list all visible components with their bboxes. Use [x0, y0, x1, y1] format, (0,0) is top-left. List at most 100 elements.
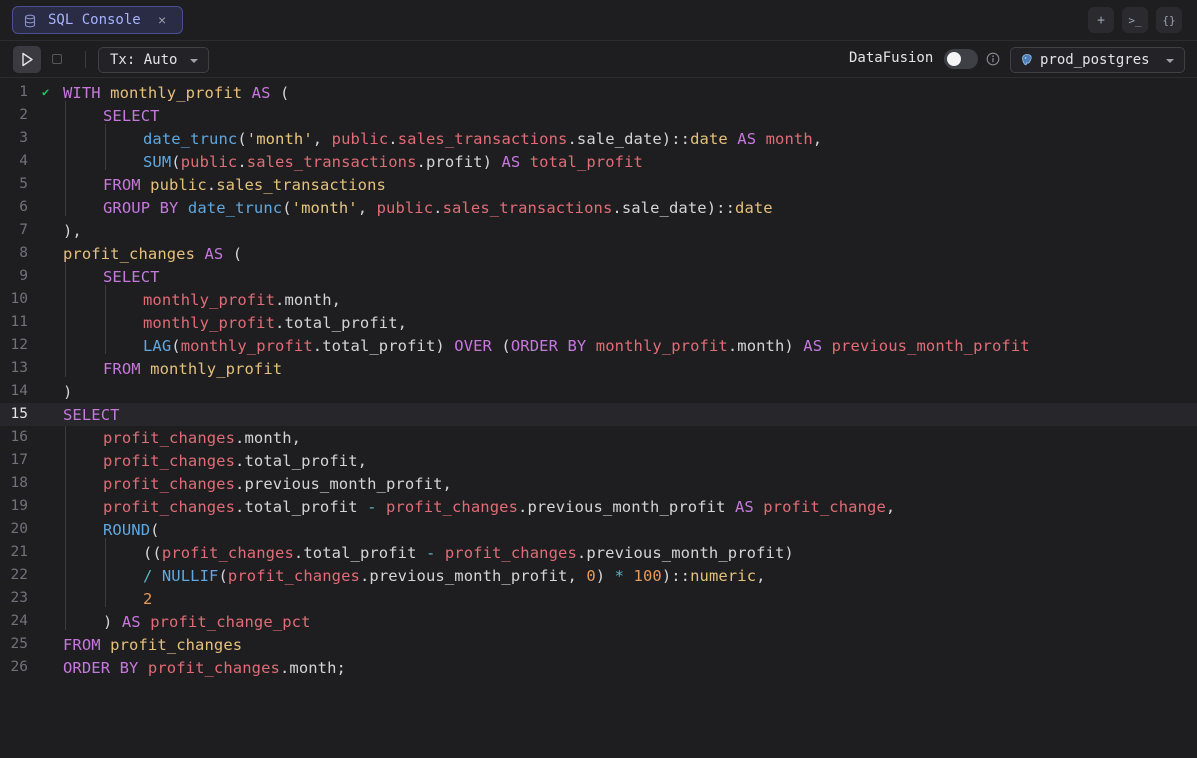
postgres-icon — [1022, 54, 1032, 66]
code-line: 5 FROM public.sales_transactions — [0, 173, 1197, 196]
toolbar-divider — [85, 51, 86, 68]
line-number: 26 — [10, 659, 28, 675]
transaction-mode-select[interactable]: Tx: Auto — [98, 47, 209, 73]
toggle-knob — [947, 52, 961, 66]
code-line: 19 profit_changes.total_profit - profit_c… — [0, 495, 1197, 518]
code-line: 11 monthly_profit.total_profit, — [0, 311, 1197, 334]
line-number: 12 — [10, 337, 28, 353]
code-text: ORDER BY profit_changes.month; — [63, 659, 346, 677]
line-number: 24 — [10, 613, 28, 629]
code-line: 3 date_trunc('month', public.sales_transa… — [0, 127, 1197, 150]
play-icon — [22, 52, 33, 67]
line-number: 13 — [10, 360, 28, 376]
line-number: 17 — [10, 452, 28, 468]
json-button[interactable]: {} — [1156, 7, 1182, 33]
code-text: ) — [63, 383, 73, 401]
code-text: profit_changes.total_profit - profit_cha… — [103, 498, 896, 516]
code-text: FROM public.sales_transactions — [103, 176, 386, 194]
code-text: / NULLIF(profit_changes.previous_month_p… — [143, 567, 766, 585]
code-text: profit_changes.previous_month_profit, — [103, 475, 452, 493]
info-icon[interactable] — [986, 52, 1000, 66]
line-number: 16 — [10, 429, 28, 445]
new-tab-button[interactable]: + — [1088, 7, 1114, 33]
code-line: 21 ((profit_changes.total_profit - profit… — [0, 541, 1197, 564]
tab-bar: SQL Console × + >_ {} — [0, 0, 1197, 41]
line-number: 5 — [19, 176, 28, 192]
code-text: ((profit_changes.total_profit - profit_c… — [143, 544, 794, 562]
code-line: 22 / NULLIF(profit_changes.previous_month… — [0, 564, 1197, 587]
code-text: LAG(monthly_profit.total_profit) OVER (O… — [143, 337, 1030, 355]
stop-button[interactable] — [52, 54, 62, 64]
database-icon — [24, 14, 36, 28]
code-line: 8 profit_changes AS ( — [0, 242, 1197, 265]
code-text: WITH monthly_profit AS ( — [63, 84, 290, 102]
line-number: 2 — [19, 107, 28, 123]
line-number: 23 — [10, 590, 28, 606]
code-line: 18 profit_changes.previous_month_profit, — [0, 472, 1197, 495]
code-line: 4 SUM(public.sales_transactions.profit) A… — [0, 150, 1197, 173]
code-line: 10 monthly_profit.month, — [0, 288, 1197, 311]
line-number: 1 — [19, 84, 28, 100]
line-number: 19 — [10, 498, 28, 514]
check-icon: ✔ — [42, 85, 50, 99]
tab-sql-console[interactable]: SQL Console × — [12, 6, 183, 34]
code-line: 26 ORDER BY profit_changes.month; — [0, 656, 1197, 679]
sql-editor[interactable]: 1 ✔ WITH monthly_profit AS ( 2 SELECT 3 date… — [0, 78, 1197, 758]
line-number: 18 — [10, 475, 28, 491]
code-line: 6 GROUP BY date_trunc('month', public.sal… — [0, 196, 1197, 219]
code-line: 14) — [0, 380, 1197, 403]
close-tab-icon[interactable]: × — [158, 12, 166, 28]
terminal-icon: >_ — [1128, 13, 1142, 27]
code-text: SELECT — [103, 107, 160, 125]
datafusion-label: DataFusion — [849, 50, 934, 66]
code-line-active: 15 SELECT — [0, 403, 1197, 426]
line-number: 25 — [10, 636, 28, 652]
line-number: 10 — [10, 291, 28, 307]
code-text: monthly_profit.total_profit, — [143, 314, 408, 332]
line-number: 11 — [10, 314, 28, 330]
line-number: 21 — [10, 544, 28, 560]
connection-label: prod_postgres — [1040, 52, 1150, 68]
code-line: 17 profit_changes.total_profit, — [0, 449, 1197, 472]
tab-label: SQL Console — [48, 12, 141, 28]
plus-icon: + — [1097, 12, 1105, 28]
code-text: 2 — [143, 590, 153, 608]
code-text: ROUND( — [103, 521, 160, 539]
code-line: 16 profit_changes.month, — [0, 426, 1197, 449]
code-line: 12 LAG(monthly_profit.total_profit) OVER … — [0, 334, 1197, 357]
line-number: 15 — [10, 406, 28, 422]
code-text: profit_changes AS ( — [63, 245, 243, 263]
code-text: FROM profit_changes — [63, 636, 243, 654]
code-line: 23 2 — [0, 587, 1197, 610]
run-button[interactable] — [13, 46, 41, 73]
code-text: GROUP BY date_trunc('month', public.sale… — [103, 199, 773, 217]
line-number: 4 — [19, 153, 28, 169]
code-line: 2 SELECT — [0, 104, 1197, 127]
code-line: 24 ) AS profit_change_pct — [0, 610, 1197, 633]
code-line: 25 FROM profit_changes — [0, 633, 1197, 656]
code-text: profit_changes.total_profit, — [103, 452, 368, 470]
code-text: FROM monthly_profit — [103, 360, 283, 378]
code-text: SELECT — [63, 406, 120, 424]
code-line: 9 SELECT — [0, 265, 1197, 288]
line-number: 20 — [10, 521, 28, 537]
datafusion-toggle[interactable] — [944, 49, 978, 69]
code-line: 1 ✔ WITH monthly_profit AS ( — [0, 81, 1197, 104]
line-number: 9 — [19, 268, 28, 284]
line-number: 6 — [19, 199, 28, 215]
line-number: 8 — [19, 245, 28, 261]
line-number: 14 — [10, 383, 28, 399]
code-line: 13 FROM monthly_profit — [0, 357, 1197, 380]
code-text: monthly_profit.month, — [143, 291, 342, 309]
line-number: 3 — [19, 130, 28, 146]
chevron-down-icon — [190, 59, 198, 63]
chevron-down-icon — [1166, 59, 1174, 63]
code-text: profit_changes.month, — [103, 429, 302, 447]
terminal-button[interactable]: >_ — [1122, 7, 1148, 33]
code-text: SUM(public.sales_transactions.profit) AS… — [143, 153, 643, 171]
code-text: SELECT — [103, 268, 160, 286]
line-number: 7 — [19, 222, 28, 238]
braces-icon: {} — [1162, 13, 1176, 27]
code-text: ) AS profit_change_pct — [103, 613, 311, 631]
connection-select[interactable]: prod_postgres — [1010, 47, 1185, 73]
